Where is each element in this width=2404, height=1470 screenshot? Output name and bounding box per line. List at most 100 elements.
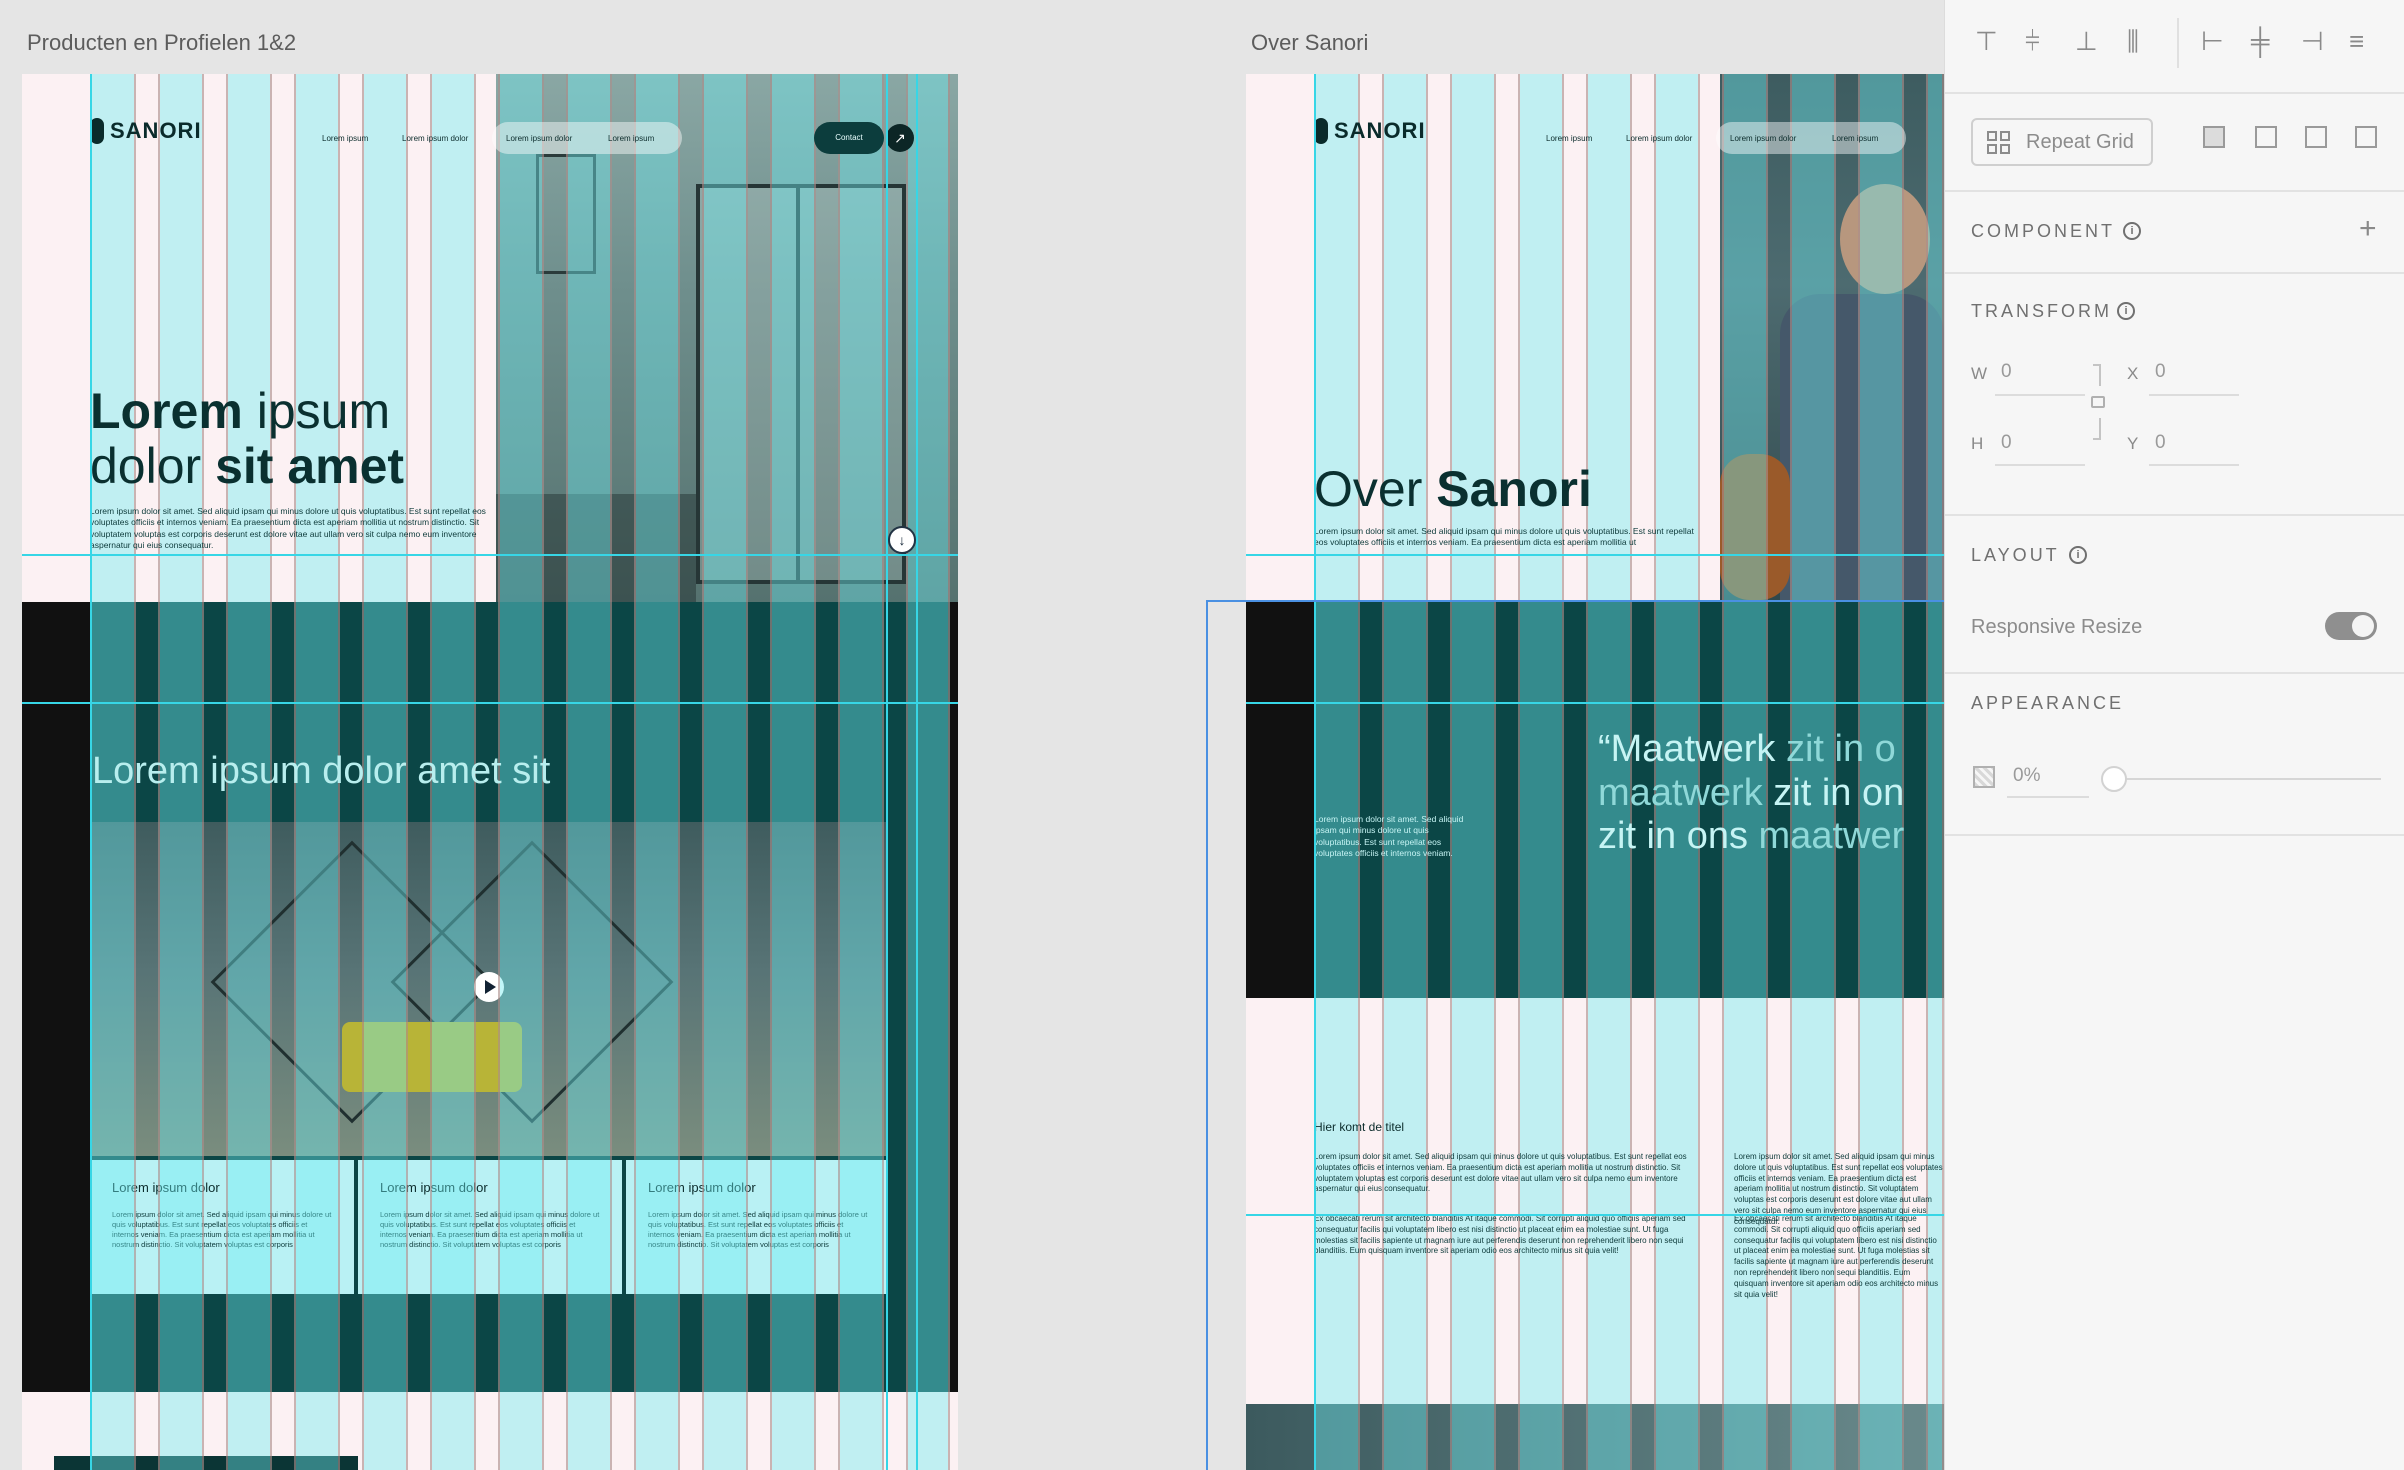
artboard-title-right[interactable]: Over Sanori — [1251, 30, 1368, 56]
align-center-icon[interactable]: ╪ — [2251, 26, 2269, 57]
align-top-icon[interactable]: ⊤ — [1975, 26, 1998, 57]
guide-line — [22, 702, 958, 704]
guide-line — [1246, 554, 1944, 556]
lock-icon[interactable] — [2091, 396, 2105, 408]
door-divider — [796, 184, 800, 584]
height-field[interactable]: 0 — [2001, 432, 2012, 454]
guide-line — [90, 74, 92, 1470]
width-label: W — [1971, 364, 1988, 383]
lamp-shape — [536, 154, 596, 274]
glass-door-shape — [696, 184, 906, 584]
align-left-icon[interactable]: ⊢ — [2201, 26, 2224, 57]
quote-text: “Maatwerk zit in o maatwerk zit in on zi… — [1598, 728, 1905, 858]
nav-item-1[interactable]: Lorem ipsum — [1546, 134, 1592, 143]
separator — [1945, 92, 2404, 94]
card-title: Lorem ipsum dolor — [380, 1180, 488, 1195]
transform-heading: TRANSFORM — [1971, 301, 2112, 321]
nav-item-1[interactable]: Lorem ipsum — [322, 134, 368, 143]
chair-shape — [1720, 454, 1790, 600]
info-icon[interactable]: i — [2117, 302, 2135, 320]
sanori-logo-icon — [1314, 118, 1328, 144]
x-label: X — [2127, 364, 2139, 383]
separator — [1945, 834, 2404, 836]
logo[interactable]: SANORI — [90, 118, 202, 144]
card-3[interactable]: Lorem ipsum dolor Lorem ipsum dolor sit … — [626, 1160, 886, 1294]
opacity-field[interactable]: 0% — [2013, 765, 2040, 787]
content-title: Hier komt de titel — [1314, 1120, 1405, 1134]
card-body: Lorem ipsum dolor sit amet. Sed aliquid … — [648, 1210, 868, 1250]
responsive-resize-toggle[interactable] — [2325, 612, 2377, 640]
opacity-slider-track[interactable] — [2105, 778, 2381, 780]
card-1[interactable]: Lorem ipsum dolor Lorem ipsum dolor sit … — [92, 1160, 354, 1294]
card-body: Lorem ipsum dolor sit amet. Sed aliquid … — [112, 1210, 332, 1250]
nav-item-3[interactable]: Lorem ipsum dolor — [1730, 134, 1796, 143]
opacity-slider-knob[interactable] — [2101, 766, 2127, 792]
guide-line — [1246, 1214, 1944, 1216]
nav-item-4[interactable]: Lorem ipsum — [608, 134, 654, 143]
lock-bracket-bottom — [2093, 418, 2101, 440]
x-field[interactable]: 0 — [2155, 361, 2166, 383]
quote-side-text: Lorem ipsum dolor sit amet. Sed aliquid … — [1314, 814, 1464, 859]
artboard-producten[interactable]: Lorem ipsum dolor Lorem ipsum dolor sit … — [22, 74, 958, 1470]
separator — [1945, 272, 2404, 274]
artboard-over-sanori[interactable]: SANORI Lorem ipsum Lorem ipsum dolor Lor… — [1246, 74, 1944, 1470]
align-middle-icon[interactable]: ⫩ — [2025, 26, 2040, 58]
guide-line — [886, 74, 888, 1470]
guide-line — [22, 554, 958, 556]
logo[interactable]: SANORI — [1314, 118, 1426, 144]
logo-text: SANORI — [110, 118, 202, 143]
field-underline — [1995, 464, 2085, 466]
separator — [1945, 190, 2404, 192]
sanori-logo-icon — [90, 118, 104, 144]
distribute-vertical-icon[interactable]: ⫼ — [2127, 26, 2139, 58]
bottom-photo — [1246, 1404, 1944, 1470]
align-bottom-icon[interactable]: ⊥ — [2075, 26, 2098, 57]
arrow-up-right-icon[interactable]: ↗ — [886, 124, 914, 152]
design-canvas[interactable]: Producten en Profielen 1&2 Lorem ipsum d… — [0, 0, 1944, 1470]
scroll-down-icon[interactable]: ↓ — [888, 526, 916, 554]
boolean-add-icon[interactable] — [2203, 126, 2225, 148]
nav-item-2[interactable]: Lorem ipsum dolor — [402, 134, 468, 143]
field-underline — [2149, 464, 2239, 466]
field-underline — [2007, 796, 2089, 798]
card-body: Lorem ipsum dolor sit amet. Sed aliquid … — [380, 1210, 600, 1250]
section-title: Lorem ipsum dolor amet sit — [92, 750, 551, 792]
guide-line — [1246, 702, 1944, 704]
appearance-heading: APPEARANCE — [1971, 693, 2125, 713]
info-icon[interactable]: i — [2123, 222, 2141, 240]
separator — [1945, 672, 2404, 674]
card-title: Lorem ipsum dolor — [112, 1180, 220, 1195]
play-icon[interactable] — [474, 972, 504, 1002]
align-right-icon[interactable]: ⊣ — [2301, 26, 2324, 57]
y-field[interactable]: 0 — [2155, 432, 2166, 454]
component-heading: COMPONENT — [1971, 221, 2115, 241]
column-1-paragraph-2: Ex obcaecati rerum sit architecto blandi… — [1314, 1214, 1686, 1256]
nav-item-3[interactable]: Lorem ipsum dolor — [506, 134, 572, 143]
field-underline — [1995, 394, 2085, 396]
add-component-icon[interactable]: + — [2359, 212, 2377, 246]
hero-title: Lorem ipsum dolor sit amet — [90, 383, 405, 494]
artboard-title-left[interactable]: Producten en Profielen 1&2 — [27, 30, 296, 56]
lock-bracket-top — [2093, 364, 2101, 386]
nav-item-2[interactable]: Lorem ipsum dolor — [1626, 134, 1692, 143]
card-2[interactable]: Lorem ipsum dolor Lorem ipsum dolor sit … — [358, 1160, 622, 1294]
nav-item-4[interactable]: Lorem ipsum — [1832, 134, 1878, 143]
repeat-grid-button[interactable]: Repeat Grid — [1971, 118, 2153, 166]
hero-body: Lorem ipsum dolor sit amet. Sed aliquid … — [1314, 526, 1694, 548]
boolean-intersect-icon[interactable] — [2305, 126, 2327, 148]
distribute-horizontal-icon[interactable]: ≡ — [2349, 26, 2364, 57]
boolean-exclude-icon[interactable] — [2355, 126, 2377, 148]
repeat-grid-icon — [1987, 130, 2010, 154]
contact-button[interactable]: Contact — [814, 122, 884, 154]
info-icon[interactable]: i — [2069, 546, 2087, 564]
boolean-subtract-icon[interactable] — [2255, 126, 2277, 148]
toolbar-divider — [2177, 18, 2179, 68]
guide-line — [916, 74, 918, 1470]
hero-body: Lorem ipsum dolor sit amet. Sed aliquid … — [90, 506, 486, 551]
interior-photo — [92, 822, 886, 1156]
layout-heading: LAYOUT — [1971, 545, 2060, 565]
column-2-paragraph-2: Ex obcaecati rerum sit architecto blandi… — [1734, 1214, 1939, 1299]
table-shadow — [496, 494, 696, 602]
width-field[interactable]: 0 — [2001, 361, 2012, 383]
guide-line — [1314, 74, 1316, 1470]
